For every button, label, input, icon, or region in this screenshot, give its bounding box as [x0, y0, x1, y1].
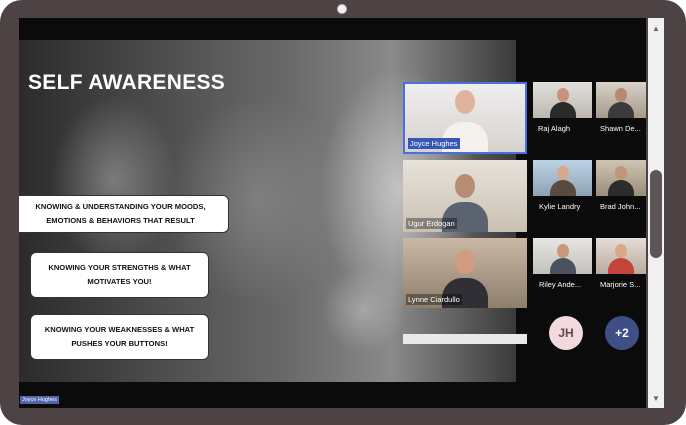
avatar-jh[interactable]: JH [549, 316, 583, 350]
callout-strengths: KNOWING YOUR STRENGTHS & WHAT MOTIVATES … [30, 252, 209, 298]
video-tile-brad[interactable] [596, 160, 646, 196]
participant-name: Joyce Hughes [408, 138, 460, 149]
video-tile-partial[interactable] [403, 334, 527, 344]
vertical-scrollbar[interactable]: ▲ ▼ [648, 18, 664, 408]
participant-video [549, 166, 576, 196]
scroll-down-icon[interactable]: ▼ [650, 392, 662, 404]
participant-name: Ugur Erdogan [406, 218, 457, 229]
camera-dot [337, 4, 347, 14]
participant-name: Lynne Ciardullo [406, 294, 462, 305]
slide-title: SELF AWARENESS [28, 71, 226, 94]
video-tile-joyce[interactable]: Joyce Hughes [403, 82, 527, 154]
video-tile-raj[interactable] [533, 82, 592, 118]
video-tile-kylie[interactable] [533, 160, 592, 196]
video-tile-lynne[interactable]: Lynne Ciardullo [403, 238, 527, 308]
scroll-up-icon[interactable]: ▲ [650, 22, 662, 34]
presenter-name-tag: Joyce Hughes [20, 396, 59, 404]
meeting-screen: SELF AWARENESS KNOWING & UNDERSTANDING Y… [19, 18, 646, 408]
more-participants-count: +2 [615, 326, 629, 340]
participant-video [608, 88, 634, 118]
scrollbar-thumb[interactable] [650, 170, 662, 258]
participant-name: Brad John... [600, 202, 641, 211]
participant-video [549, 244, 576, 274]
video-tile-riley[interactable] [533, 238, 592, 274]
video-tile-shawn[interactable] [596, 82, 646, 118]
tablet-frame: SELF AWARENESS KNOWING & UNDERSTANDING Y… [0, 0, 686, 425]
callout-weaknesses: KNOWING YOUR WEAKNESSES & WHAT PUSHES YO… [30, 314, 209, 360]
callout-moods: KNOWING & UNDERSTANDING YOUR MOODS, EMOT… [19, 195, 229, 233]
video-tile-marjorie[interactable] [596, 238, 646, 274]
video-tile-ugur[interactable]: Ugur Erdogan [403, 160, 527, 232]
participant-name: Kylie Landry [539, 202, 581, 211]
more-participants-button[interactable]: +2 [605, 316, 639, 350]
participant-video [608, 166, 634, 196]
participant-video [549, 88, 576, 118]
participant-name: Raj Alagh [538, 124, 571, 133]
participant-video [608, 244, 634, 274]
avatar-initials: JH [558, 326, 574, 340]
participant-name: Shawn De... [600, 124, 641, 133]
participant-name: Riley Ande... [539, 280, 582, 289]
participant-name: Marjorie S... [600, 280, 641, 289]
